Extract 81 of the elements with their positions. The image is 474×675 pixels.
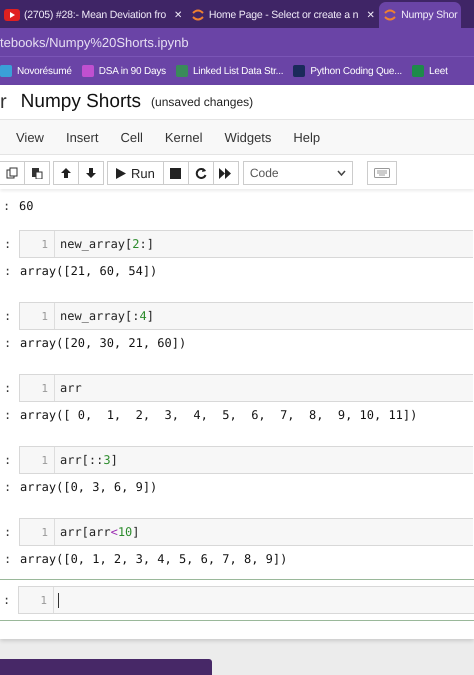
play-icon: [116, 168, 126, 178]
restart-button[interactable]: [188, 161, 214, 185]
logo-text: r: [0, 90, 7, 114]
code-cell[interactable]: : 1 arr[::3] : array([0, 3, 6, 9]): [0, 435, 474, 507]
code-line: new_array[:4]: [60, 309, 154, 323]
input-prompt: :: [2, 593, 12, 607]
video-icon: [4, 9, 20, 21]
menu-item[interactable]: Help: [282, 130, 332, 144]
cell-output: array([0, 1, 2, 3, 4, 5, 6, 7, 8, 9]): [20, 552, 288, 566]
move-up-button[interactable]: [53, 161, 79, 185]
browser-tab[interactable]: (2705) #28:- Mean Deviation fro ✕: [0, 2, 186, 28]
code-line: arr[::3]: [60, 453, 118, 467]
code-editor[interactable]: 1 arr: [19, 374, 473, 402]
output-prompt: :: [3, 552, 12, 566]
code-editor[interactable]: 1 new_array[2:]: [19, 230, 473, 258]
bookmark[interactable]: DSA in 90 Days: [82, 65, 166, 77]
output-prompt: :: [2, 199, 12, 213]
line-number: 1: [20, 519, 55, 545]
chevron-down-icon: [336, 170, 346, 176]
output-prompt: :: [3, 480, 12, 494]
menu-item[interactable]: View: [6, 130, 55, 144]
input-prompt: :: [3, 237, 12, 251]
stop-icon: [170, 168, 182, 178]
jupyter-icon: [383, 8, 398, 22]
code-line: arr: [60, 381, 82, 395]
cell-output: array([0, 3, 6, 9]): [20, 480, 158, 494]
code-cell[interactable]: : 1 new_array[:4] : array([20, 30, 21, 60]): [0, 291, 474, 363]
save-status: (unsaved changes): [151, 95, 254, 109]
menu-item[interactable]: Widgets: [213, 130, 282, 144]
line-number: 1: [20, 231, 55, 257]
cell-output: array([20, 30, 21, 60]): [20, 336, 186, 350]
line-number: 1: [19, 587, 54, 613]
cell-output: 60: [19, 199, 34, 213]
text-cursor: [58, 592, 59, 608]
line-number: 1: [20, 303, 55, 329]
line-number: 1: [20, 375, 55, 401]
output-prompt: :: [3, 264, 12, 278]
run-button[interactable]: Run: [107, 161, 164, 185]
menu-item[interactable]: Kernel: [154, 130, 214, 144]
active-cell[interactable]: : 1: [0, 579, 474, 621]
input-prompt: :: [3, 309, 12, 323]
fast-forward-button[interactable]: [212, 161, 239, 185]
restart-icon: [194, 167, 207, 179]
menu-item[interactable]: Insert: [54, 130, 110, 144]
paste-icon: [31, 167, 43, 179]
code-cell[interactable]: : 1 arr[arr<10] : array([0, 1, 2, 3, 4, 5, 6, 7, 8, 9]): [0, 507, 474, 579]
line-number: 1: [20, 447, 55, 473]
cell-output: array([ 0, 1, 2, 3, 4, 5, 6, 7, 8, 9, 10, 11]): [20, 408, 418, 422]
input-prompt: :: [3, 525, 12, 539]
cell-type-dropdown[interactable]: Code: [242, 161, 353, 185]
jupyter-icon: [190, 8, 205, 22]
keyboard-button[interactable]: [366, 161, 397, 185]
copy-icon: [6, 167, 18, 179]
output-prompt: :: [3, 408, 12, 422]
copy-button[interactable]: [0, 161, 25, 185]
code-line: arr[arr<10]: [60, 525, 140, 539]
arrow-up-icon: [60, 167, 72, 179]
code-cell[interactable]: : 1 arr : array([ 0, 1, 2, 3, 4, 5, 6, 7, 8, 9, 10, 11]): [0, 363, 474, 435]
code-line: new_array[2:]: [60, 237, 154, 251]
keyboard-icon: [374, 168, 390, 178]
stop-button[interactable]: [162, 161, 189, 185]
arrow-down-icon: [85, 167, 97, 179]
output-prompt: :: [3, 336, 12, 350]
input-prompt: :: [3, 453, 12, 467]
code-editor[interactable]: 1 new_array[:4]: [19, 302, 473, 330]
bookmark[interactable]: Novorésumé: [0, 65, 72, 77]
move-down-button[interactable]: [78, 161, 104, 185]
bookmark[interactable]: Leet: [412, 65, 448, 77]
paste-button[interactable]: [24, 161, 50, 185]
fast-forward-icon: [219, 168, 232, 178]
bookmark[interactable]: Linked List Data Str...: [176, 65, 284, 77]
notebook-title[interactable]: Numpy Shorts: [20, 91, 142, 113]
browser-tab[interactable]: Home Page - Select or create a n ✕: [186, 2, 378, 28]
input-prompt: :: [3, 381, 12, 395]
menu-item[interactable]: Cell: [109, 130, 154, 144]
code-cell[interactable]: : 1 new_array[2:] : array([21, 60, 54]): [0, 219, 474, 291]
browser-tab[interactable]: Numpy Shor: [379, 2, 462, 28]
code-editor[interactable]: 1 arr[::3]: [19, 446, 473, 474]
bookmark[interactable]: Python Coding Que...: [293, 65, 402, 77]
code-editor[interactable]: 1 arr[arr<10]: [19, 518, 473, 546]
cell-output: array([21, 60, 54]): [20, 264, 158, 278]
